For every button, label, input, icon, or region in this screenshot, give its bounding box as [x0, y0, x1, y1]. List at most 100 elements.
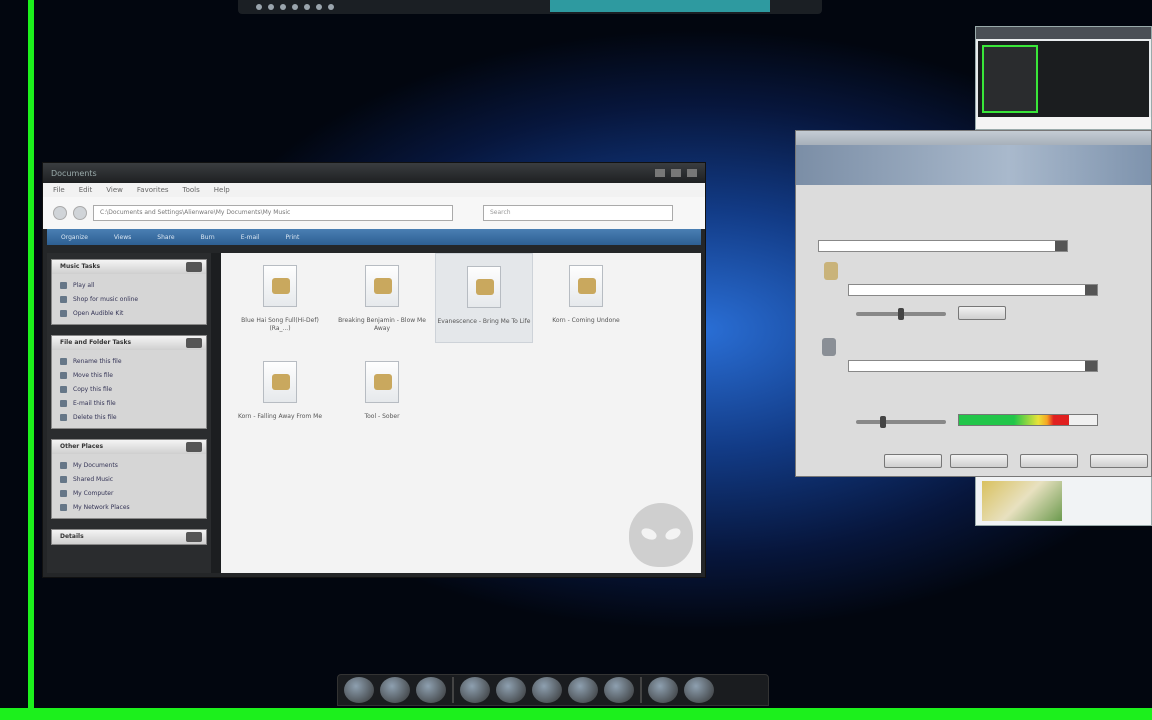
- chevron-down-icon[interactable]: [1055, 241, 1067, 251]
- player-icon[interactable]: [568, 677, 598, 703]
- network-icon[interactable]: [648, 677, 678, 703]
- details-header[interactable]: Details: [52, 530, 206, 544]
- stack-icon[interactable]: [380, 677, 410, 703]
- file-list-area[interactable]: Blue Hai Song Full(Hi-Def)(Ra_...) Break…: [221, 253, 701, 573]
- collapse-icon[interactable]: [186, 532, 202, 542]
- alien-icon[interactable]: [684, 677, 714, 703]
- speaker-icon: [824, 262, 838, 280]
- maximize-icon[interactable]: [671, 169, 681, 177]
- collapse-icon[interactable]: [186, 442, 202, 452]
- shuffle-icon[interactable]: [328, 4, 334, 10]
- folders-icon[interactable]: [416, 677, 446, 703]
- task-email[interactable]: E-mail this file: [60, 396, 198, 410]
- stop-icon[interactable]: [292, 4, 298, 10]
- news-gadget[interactable]: [975, 474, 1152, 526]
- minimize-icon[interactable]: [655, 169, 665, 177]
- top-bar-controls[interactable]: [238, 4, 334, 10]
- news-thumbnail[interactable]: [982, 481, 1062, 521]
- browser-icon[interactable]: [496, 677, 526, 703]
- task-pane: Music Tasks Play all Shop for music onli…: [47, 253, 211, 573]
- place-my-documents[interactable]: My Documents: [60, 458, 198, 472]
- dialog-titlebar[interactable]: [796, 131, 1151, 145]
- clock-icon[interactable]: [604, 677, 634, 703]
- menu-edit[interactable]: Edit: [79, 186, 93, 194]
- menu-file[interactable]: File: [53, 186, 65, 194]
- file-folder-tasks-box: File and Folder Tasks Rename this file M…: [51, 335, 207, 429]
- file-item-selected[interactable]: Evanescence - Bring Me To Life: [435, 253, 533, 343]
- alienware-logo: [629, 503, 693, 567]
- applications-icon[interactable]: [460, 677, 490, 703]
- pane-divider[interactable]: [211, 253, 221, 573]
- mail-icon[interactable]: [532, 677, 562, 703]
- file-item[interactable]: Korn - Falling Away From Me: [231, 349, 329, 439]
- top-media-bar[interactable]: [238, 0, 822, 14]
- window-controls[interactable]: [655, 169, 697, 177]
- menu-help[interactable]: Help: [214, 186, 230, 194]
- next-button[interactable]: [950, 454, 1008, 468]
- menu-favorites[interactable]: Favorites: [137, 186, 169, 194]
- test-button[interactable]: [958, 306, 1006, 320]
- chevron-down-icon[interactable]: [1085, 361, 1097, 371]
- place-label: Shared Music: [73, 475, 114, 483]
- task-move[interactable]: Move this file: [60, 368, 198, 382]
- other-places-header[interactable]: Other Places: [52, 440, 206, 454]
- contact-avatar-icon[interactable]: [982, 45, 1038, 113]
- music-file-icon: [365, 265, 399, 307]
- computer-icon: [60, 489, 67, 497]
- speaker-volume-slider[interactable]: [856, 308, 946, 320]
- file-item[interactable]: Breaking Benjamin - Blow Me Away: [333, 253, 431, 343]
- toolbar-views[interactable]: Views: [114, 234, 131, 241]
- now-playing-bar[interactable]: [550, 0, 770, 12]
- file-item[interactable]: Blue Hai Song Full(Hi-Def)(Ra_...): [231, 253, 329, 343]
- slider-thumb[interactable]: [898, 308, 904, 320]
- prev-icon[interactable]: [256, 4, 262, 10]
- back-icon[interactable]: [53, 206, 67, 220]
- file-item[interactable]: Korn - Coming Undone: [537, 253, 635, 343]
- next-icon[interactable]: [280, 4, 286, 10]
- task-delete[interactable]: Delete this file: [60, 410, 198, 424]
- collapse-icon[interactable]: [186, 338, 202, 348]
- toolbar-burn[interactable]: Burn: [201, 234, 215, 241]
- toolbar-share[interactable]: Share: [157, 234, 174, 241]
- help-button[interactable]: [1090, 454, 1148, 468]
- file-item[interactable]: Tool - Sober: [333, 349, 431, 439]
- microphone-select[interactable]: [848, 360, 1098, 372]
- meter-fill: [959, 415, 1070, 425]
- collapse-icon[interactable]: [186, 262, 202, 272]
- toolbar-email[interactable]: E-mail: [241, 234, 260, 241]
- microphone-volume-slider[interactable]: [856, 416, 946, 428]
- back-button[interactable]: [884, 454, 942, 468]
- magnifier-icon[interactable]: [344, 677, 374, 703]
- close-icon[interactable]: [687, 169, 697, 177]
- chevron-down-icon[interactable]: [1085, 285, 1097, 295]
- task-shop-online[interactable]: Shop for music online: [60, 292, 198, 306]
- search-input[interactable]: Search: [483, 205, 673, 221]
- repeat-icon[interactable]: [316, 4, 322, 10]
- menu-tools[interactable]: Tools: [183, 186, 200, 194]
- device-select[interactable]: [818, 240, 1068, 252]
- menu-view[interactable]: View: [106, 186, 123, 194]
- place-network[interactable]: My Network Places: [60, 500, 198, 514]
- audio-icon: [60, 309, 67, 317]
- explorer-window[interactable]: Documents File Edit View Favorites Tools…: [42, 162, 706, 578]
- messenger-gadget[interactable]: [975, 26, 1152, 130]
- music-tasks-header[interactable]: Music Tasks: [52, 260, 206, 274]
- file-tasks-header[interactable]: File and Folder Tasks: [52, 336, 206, 350]
- toolbar-print[interactable]: Print: [286, 234, 300, 241]
- task-rename[interactable]: Rename this file: [60, 354, 198, 368]
- play-icon[interactable]: [268, 4, 274, 10]
- toolbar-organize[interactable]: Organize: [61, 234, 88, 241]
- address-bar[interactable]: C:\Documents and Settings\Alienware\My D…: [93, 205, 453, 221]
- menu-bar[interactable]: File Edit View Favorites Tools Help: [43, 183, 705, 197]
- forward-icon[interactable]: [73, 206, 87, 220]
- place-shared-music[interactable]: Shared Music: [60, 472, 198, 486]
- task-audible[interactable]: Open Audible Kit: [60, 306, 198, 320]
- volume-icon[interactable]: [304, 4, 310, 10]
- explorer-titlebar[interactable]: Documents: [43, 163, 705, 183]
- task-copy[interactable]: Copy this file: [60, 382, 198, 396]
- speakers-select[interactable]: [848, 284, 1098, 296]
- slider-thumb[interactable]: [880, 416, 886, 428]
- task-play-all[interactable]: Play all: [60, 278, 198, 292]
- cancel-button[interactable]: [1020, 454, 1078, 468]
- place-my-computer[interactable]: My Computer: [60, 486, 198, 500]
